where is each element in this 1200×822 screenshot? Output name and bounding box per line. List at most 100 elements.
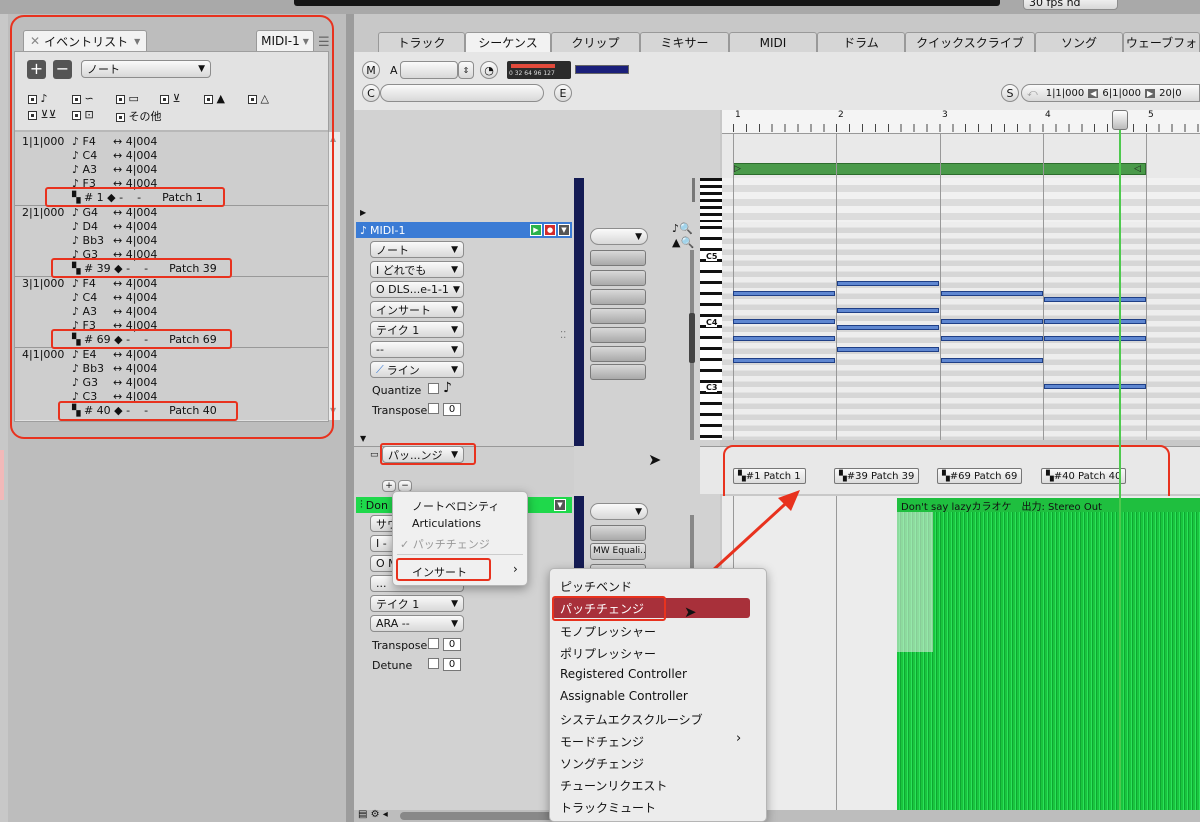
menu-item-registered-controller[interactable]: Registered Controller — [560, 667, 687, 681]
insert-slot[interactable] — [590, 364, 646, 380]
midi-note[interactable] — [733, 358, 835, 363]
midi-note[interactable] — [1044, 384, 1146, 389]
tab-waveform[interactable]: ウェーブフォ — [1123, 32, 1200, 52]
lane-collapse-icon[interactable]: ▼ — [360, 434, 366, 443]
filter-wave[interactable]: ∽ — [72, 92, 94, 105]
tab-sequence[interactable]: シーケンス — [465, 32, 551, 52]
track1-take[interactable]: テイク 1 ▼ — [370, 321, 464, 338]
midi-note[interactable] — [733, 336, 835, 341]
track1-output[interactable]: O DLS...e-1-1 ▼ — [370, 281, 464, 298]
filter-square[interactable]: ⊡ — [72, 108, 94, 121]
vertical-scroll-thumb[interactable] — [689, 313, 695, 363]
mountain-zoom-icon[interactable]: ▲🔍 — [672, 236, 694, 249]
menu-item-tune-request[interactable]: チューンリクエスト — [560, 777, 667, 794]
fps-select[interactable]: 30 fps nd — [1023, 0, 1118, 10]
remove-button[interactable]: − — [53, 60, 72, 79]
tab-event-list[interactable]: ✕ イベントリスト ▼ — [23, 30, 147, 51]
detune-field[interactable]: 0 — [443, 658, 461, 671]
detune-checkbox[interactable] — [428, 658, 439, 669]
midi-note[interactable] — [837, 325, 939, 330]
tab-mixer[interactable]: ミキサー — [640, 32, 729, 52]
tab-midi[interactable]: MIDI — [729, 32, 817, 52]
panel-splitter[interactable] — [346, 14, 354, 822]
tab-track[interactable]: トラック — [378, 32, 465, 52]
midi-note[interactable] — [1044, 336, 1146, 341]
menu-item-note-velocity[interactable]: ノートベロシティ — [412, 498, 499, 514]
c-field[interactable] — [380, 84, 544, 102]
patch-change-row[interactable]: ▚ # 1 ◆ - - Patch 1 — [72, 191, 203, 204]
menu-item-sysex[interactable]: システムエクスクルーシブ — [560, 711, 703, 728]
midi-note[interactable] — [733, 319, 835, 324]
track1-misc[interactable]: -- ▼ — [370, 341, 464, 358]
patch-chip-40[interactable]: ▚ #40 Patch 40 — [1041, 468, 1127, 484]
insert-slot[interactable] — [590, 308, 646, 324]
event-filter-select[interactable]: ノート ▼ — [81, 60, 211, 78]
velocity-meter[interactable]: 0 32 64 96 127 — [507, 61, 571, 79]
quantize-checkbox[interactable] — [428, 383, 439, 394]
transpose-checkbox[interactable] — [428, 403, 439, 414]
transpose2-checkbox[interactable] — [428, 638, 439, 649]
menu-item-articulations[interactable]: Articulations — [412, 517, 481, 530]
e-button[interactable]: E — [554, 84, 572, 102]
insert-slot[interactable] — [590, 346, 646, 362]
menu-item-insert[interactable]: インサート — [412, 564, 467, 580]
add-button[interactable]: + — [27, 60, 46, 79]
list-menu-icon[interactable]: ☰ — [318, 35, 330, 50]
transpose-field[interactable]: 0 — [443, 403, 461, 416]
midi-note[interactable] — [1044, 297, 1146, 302]
midi-note[interactable] — [1044, 319, 1146, 324]
track2-take[interactable]: テイク 1 ▼ — [370, 595, 464, 612]
scrollbar[interactable] — [328, 132, 340, 420]
c-button[interactable]: C — [362, 84, 380, 102]
insert-slot[interactable] — [590, 327, 646, 343]
close-icon[interactable]: ✕ — [30, 34, 40, 48]
note-view-icon[interactable]: ♪🔍 — [672, 222, 693, 235]
s-button[interactable]: S — [1001, 84, 1019, 102]
menu-item-track-mute[interactable]: トラックミュート — [560, 799, 656, 816]
midi-note[interactable] — [837, 308, 939, 313]
menu-item-assignable-controller[interactable]: Assignable Controller — [560, 689, 688, 703]
audio-waveform[interactable] — [897, 512, 1200, 810]
tab-clip[interactable]: クリップ — [551, 32, 640, 52]
midi-note[interactable] — [837, 281, 939, 286]
tab-quickscribe[interactable]: クイックスクライブ — [905, 32, 1035, 52]
filter-mountain-outline[interactable]: △ — [248, 92, 269, 105]
filter-rect[interactable]: ▭ — [116, 92, 139, 105]
patch-change-row[interactable]: ▚ # 69 ◆ - - Patch 69 — [72, 333, 217, 346]
track2-ara[interactable]: ARA -- ▼ — [370, 615, 464, 632]
patch-change-row[interactable]: ▚ # 40 ◆ - - Patch 40 — [72, 404, 217, 417]
track1-input[interactable]: ノート ▼ — [370, 241, 464, 258]
menu-item-poly-pressure[interactable]: ポリプレッシャー — [560, 645, 656, 662]
midi-note[interactable] — [941, 291, 1043, 296]
track1-line[interactable]: ⟋ ライン ▼ — [370, 361, 464, 378]
patch-chip-39[interactable]: ▚ #39 Patch 39 — [834, 468, 920, 484]
patch-change-row[interactable]: ▚ # 39 ◆ - - Patch 39 — [72, 262, 217, 275]
menu-item-mono-pressure[interactable]: モノプレッシャー — [560, 623, 656, 640]
midi-note[interactable] — [941, 319, 1043, 324]
bottom-icons[interactable]: ▤ ⚙ ◂ — [358, 809, 388, 820]
filter-mountain[interactable]: ▲ — [204, 92, 225, 105]
collapse-icon[interactable]: ▶ — [360, 208, 366, 217]
filter-double-pedal[interactable]: ⊻⊻ — [28, 108, 57, 121]
insert-slot[interactable] — [590, 270, 646, 286]
tab-song[interactable]: ソング — [1035, 32, 1123, 52]
a-stepper[interactable]: ⇕ — [458, 61, 474, 79]
insert-slot[interactable] — [590, 289, 646, 305]
m-button[interactable]: M — [362, 61, 380, 79]
tab-midi-1[interactable]: MIDI-1 ▼ — [256, 30, 314, 51]
midi-note[interactable] — [941, 336, 1043, 341]
menu-item-patch-change-checked[interactable]: ✓ パッチチェンジ — [400, 536, 490, 552]
audio-clip-title[interactable]: Don't say lazyカラオケ 出力: Stereo Out — [897, 498, 1200, 512]
midi-note[interactable] — [733, 291, 835, 296]
tab-drum[interactable]: ドラム — [817, 32, 905, 52]
patch-chip-69[interactable]: ▚ #69 Patch 69 — [937, 468, 1023, 484]
lane-type-select[interactable]: パッ...ンジ ▼ — [382, 446, 464, 463]
midi-note[interactable] — [941, 358, 1043, 363]
track1-channel[interactable]: I どれでも ▼ — [370, 261, 464, 278]
scroll-down-icon[interactable]: ▼ — [330, 406, 336, 415]
playhead-handle[interactable] — [1112, 110, 1128, 130]
lane-add-button[interactable]: + — [382, 480, 396, 492]
menu-item-song-change[interactable]: ソングチェンジ — [560, 755, 644, 772]
insert-slot[interactable] — [590, 250, 646, 266]
knob-icon[interactable]: ◔ — [480, 61, 498, 79]
